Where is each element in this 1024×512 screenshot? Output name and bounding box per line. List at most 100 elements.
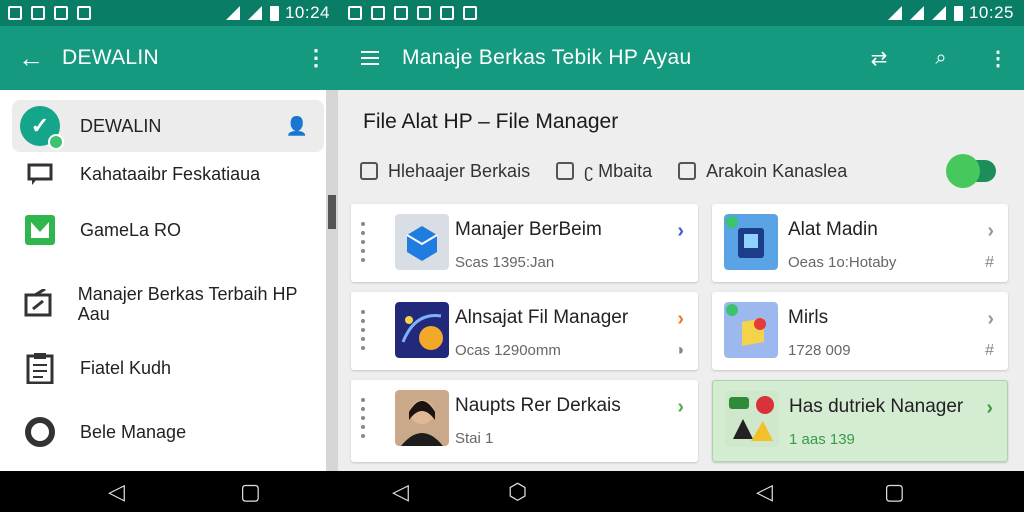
filter-2[interactable]: ʗ Mbaita bbox=[556, 161, 652, 182]
filter-row: Hlehaajer Berkais ʗ Mbaita Arakoin Kanas… bbox=[360, 156, 1000, 186]
drag-grip-icon[interactable] bbox=[361, 398, 367, 438]
location-icon bbox=[887, 6, 902, 20]
chevron-right-icon[interactable]: › bbox=[987, 220, 994, 243]
blue-tablet-app-icon bbox=[724, 214, 778, 270]
file-detail: Oeas 1o:Hotaby bbox=[788, 254, 897, 271]
person-icon[interactable]: 👤 bbox=[286, 116, 308, 137]
drag-handle[interactable] bbox=[328, 195, 336, 229]
sticker-app-icon bbox=[725, 391, 779, 447]
recents-nav-icon[interactable]: ▢ bbox=[884, 479, 905, 505]
navigation-drawer: ✓ DEWALIN 👤 Kahataaibr Feskatiaua GameLa… bbox=[0, 90, 326, 471]
section-heading: File Alat HP – File Manager bbox=[363, 110, 619, 133]
main-content: File Alat HP – File Manager Hlehaajer Be… bbox=[338, 90, 1024, 471]
drawer-item-4[interactable]: Fiatel Kudh bbox=[0, 348, 326, 388]
alarm-icon bbox=[394, 6, 408, 20]
status-icon: ◑ bbox=[674, 342, 684, 359]
app-icon bbox=[463, 6, 477, 20]
file-name: Alat Madin bbox=[788, 219, 878, 240]
drag-grip-icon[interactable] bbox=[361, 222, 367, 262]
drawer-item-5[interactable]: Bele Manage bbox=[0, 412, 326, 452]
file-detail: Scas 1395:Jan bbox=[455, 254, 555, 271]
menu-icon[interactable] bbox=[338, 51, 402, 65]
folder-clock-icon bbox=[360, 162, 378, 180]
filter-1[interactable]: Hlehaajer Berkais bbox=[360, 161, 530, 182]
file-card-2[interactable]: Alat Madin Oeas 1o:Hotaby › # bbox=[712, 204, 1008, 282]
drawer-item-1[interactable]: Kahataaibr Feskatiaua bbox=[0, 156, 326, 192]
chevron-right-icon[interactable]: › bbox=[677, 308, 684, 331]
battery-icon bbox=[953, 5, 963, 21]
status-bar-left: 10:24 bbox=[0, 0, 338, 26]
maps-pin-app-icon bbox=[724, 302, 778, 358]
file-card-3[interactable]: Alnsajat Fil Manager Ocas 1290omm › ◑ bbox=[351, 292, 698, 370]
green-mail-icon bbox=[25, 215, 55, 245]
drawer-item-label: Kahataaibr Feskatiaua bbox=[80, 164, 261, 184]
drawer-item-3[interactable]: Manajer Berkas Terbaih HP Aau bbox=[0, 280, 326, 328]
file-card-1[interactable]: Manajer BerBeim Scas 1395:Jan › bbox=[351, 204, 698, 282]
chat-icon bbox=[27, 163, 53, 185]
back-nav-icon[interactable]: ◁ bbox=[756, 479, 773, 505]
file-card-4[interactable]: Mirls 1728 009 › # bbox=[712, 292, 1008, 370]
file-detail: 1 aas 139 bbox=[789, 431, 855, 448]
drawer-item-2[interactable]: GameLa RO bbox=[0, 210, 326, 250]
square-icon bbox=[417, 6, 431, 20]
drawer-item-label: Fiatel Kudh bbox=[80, 358, 172, 378]
app-icon bbox=[440, 6, 454, 20]
back-nav-icon[interactable]: ◁ bbox=[392, 479, 409, 505]
overflow-menu-icon[interactable]: ⋮ bbox=[972, 46, 1024, 71]
image-icon bbox=[31, 6, 45, 20]
hash-icon: # bbox=[985, 254, 994, 271]
image-icon bbox=[371, 6, 385, 20]
signal-icon bbox=[247, 6, 262, 20]
view-toggle[interactable] bbox=[946, 154, 996, 188]
search-icon[interactable]: ⌕ bbox=[910, 47, 972, 70]
main-app-bar: Manaje Berkas Tebik HP Ayau ⇄ ⌕ ⋮ bbox=[338, 26, 1024, 90]
clipboard-icon bbox=[26, 353, 54, 384]
back-arrow-icon[interactable]: ← bbox=[0, 43, 62, 74]
file-name: Manajer BerBeim bbox=[455, 219, 602, 240]
notification-icon bbox=[8, 6, 22, 20]
drag-grip-icon[interactable] bbox=[361, 310, 367, 350]
drawer-title: DEWALIN bbox=[62, 46, 159, 69]
drawer-app-bar: ← DEWALIN ⋮ bbox=[0, 26, 338, 90]
file-name: Mirls bbox=[788, 307, 829, 328]
sync-icon[interactable]: ⇄ bbox=[848, 46, 910, 71]
file-card-6[interactable]: Has dutriek Nanager 1 aas 139 › bbox=[712, 380, 1008, 462]
status-bar-right: 10:25 bbox=[338, 0, 1024, 26]
hash-icon: # bbox=[985, 342, 994, 359]
file-name: Naupts Rer Derkais bbox=[455, 395, 621, 416]
drawer-item-label: GameLa RO bbox=[80, 220, 182, 240]
status-time: 10:25 bbox=[968, 3, 1014, 22]
recents-nav-icon[interactable]: ▢ bbox=[240, 479, 261, 505]
ring-icon bbox=[25, 417, 55, 447]
drawer-item-label: Bele Manage bbox=[80, 422, 187, 442]
drawer-user[interactable]: ✓ DEWALIN 👤 bbox=[0, 103, 326, 150]
status-time: 10:24 bbox=[284, 3, 330, 22]
blue-box-app-icon bbox=[395, 214, 449, 270]
user-name: DEWALIN bbox=[80, 116, 162, 136]
home-nav-icon[interactable]: ⬡ bbox=[508, 479, 527, 505]
file-detail: 1728 009 bbox=[788, 342, 851, 359]
chevron-right-icon[interactable]: › bbox=[986, 397, 993, 420]
chevron-right-icon[interactable]: › bbox=[677, 220, 684, 243]
avatar: ✓ bbox=[20, 106, 64, 150]
back-nav-icon[interactable]: ◁ bbox=[108, 479, 125, 505]
file-name: Has dutriek Nanager bbox=[789, 396, 964, 417]
window-icon bbox=[678, 162, 697, 180]
app-icon bbox=[77, 6, 91, 20]
map-app-icon bbox=[395, 302, 449, 358]
notification-icon bbox=[348, 6, 362, 20]
filter-label: Arakoin Kanaslea bbox=[706, 160, 848, 181]
online-badge-icon bbox=[48, 134, 64, 150]
overflow-menu-icon[interactable]: ⋮ bbox=[294, 45, 338, 71]
filter-3[interactable]: Arakoin Kanaslea bbox=[678, 161, 847, 182]
chevron-right-icon[interactable]: › bbox=[987, 308, 994, 331]
wifi-icon bbox=[225, 6, 240, 20]
filter-label: ʗ Mbaita bbox=[584, 160, 653, 181]
drawer-item-label: Manajer Berkas Terbaih HP Aau bbox=[77, 284, 298, 324]
filter-label: Hlehaajer Berkais bbox=[388, 160, 531, 181]
tv-icon bbox=[24, 289, 52, 317]
file-card-5[interactable]: Naupts Rer Derkais Stai 1 › bbox=[351, 380, 698, 462]
chevron-right-icon[interactable]: › bbox=[677, 396, 684, 419]
file-detail: Ocas 1290omm bbox=[455, 342, 561, 359]
battery-icon bbox=[269, 5, 279, 21]
